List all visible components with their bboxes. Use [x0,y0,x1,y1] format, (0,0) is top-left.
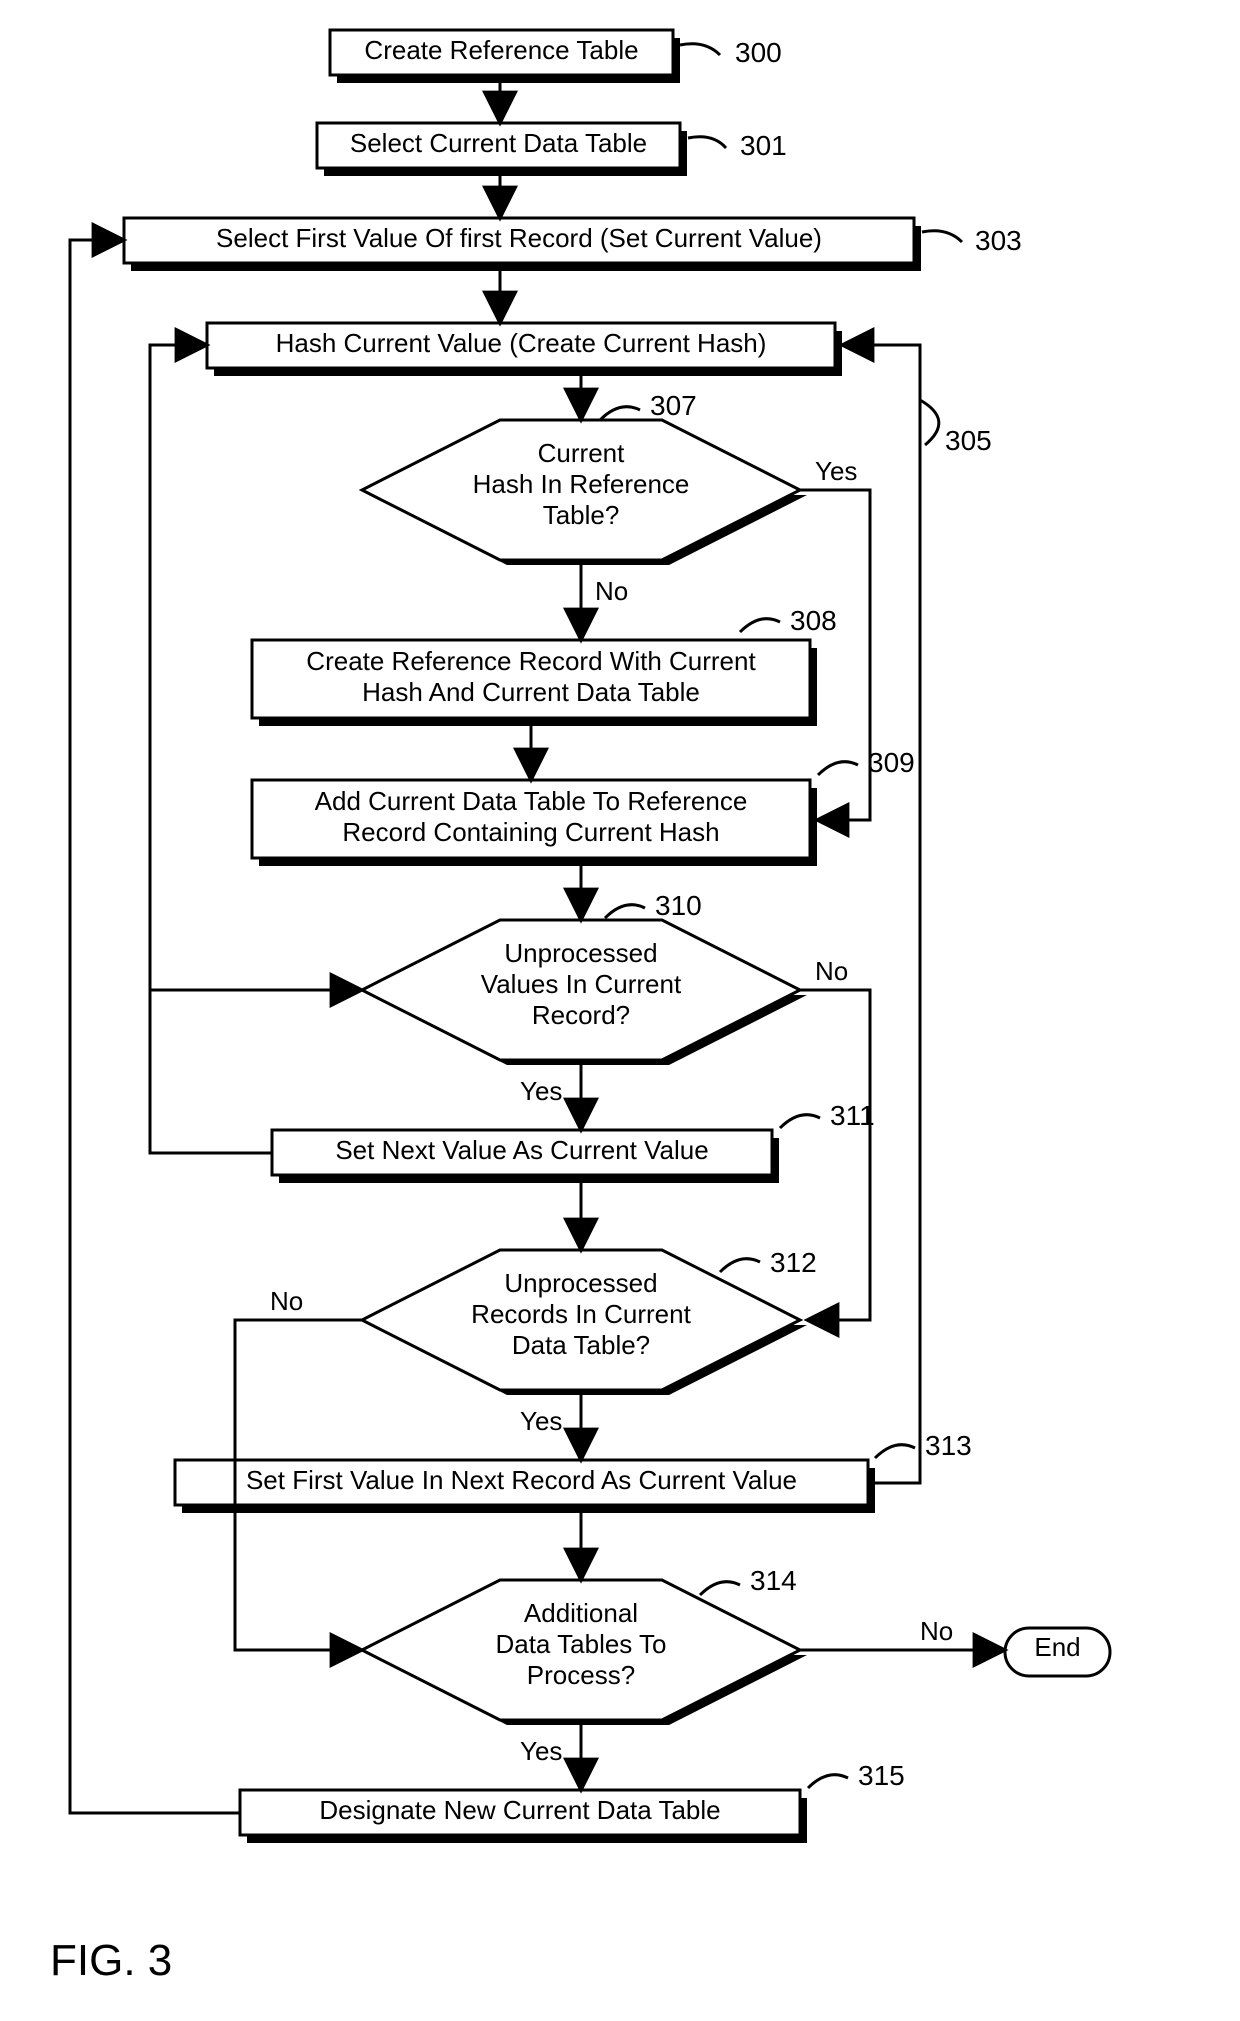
ref-303: 303 [975,225,1022,256]
node-312-l1: Unprocessed [400,1268,762,1299]
edge-307-no: No [595,576,628,606]
edge-314-no: No [920,1616,953,1646]
node-end: End [1005,1628,1110,1676]
node-300: Create Reference Table 300 [330,30,782,83]
edge-310-yes: Yes [520,1076,562,1106]
node-307-l2: Hash In Reference [400,469,762,500]
figure-label: FIG. 3 [50,1936,172,1985]
ref-310: 310 [655,890,702,921]
node-307: Current Hash In Reference Table? 307 [362,370,842,565]
node-303: Select First Value Of first Record (Set … [124,218,1022,271]
ref-305: 305 [945,425,992,456]
node-315: Designate New Current Data Table 315 [240,1760,905,1843]
node-309-l1: Add Current Data Table To Reference [252,786,810,817]
node-305-text: Hash Current Value (Create Current Hash) [207,328,835,359]
node-313: Set First Value In Next Record As Curren… [175,1430,972,1513]
ref-314: 314 [750,1565,797,1596]
ref-308: 308 [790,605,837,636]
ref-300: 300 [735,37,782,68]
node-301: Select Current Data Table 301 [317,123,787,176]
node-314-l1: Additional [400,1598,762,1629]
node-312-l3: Data Table? [400,1330,762,1361]
edge-307-yes: Yes [815,456,857,486]
node-312: Unprocessed Records In Current Data Tabl… [362,1247,817,1395]
node-308-l1: Create Reference Record With Current [252,646,810,677]
node-308-l2: Hash And Current Data Table [252,677,810,708]
node-309: Add Current Data Table To Reference Reco… [252,747,915,866]
node-303-text: Select First Value Of first Record (Set … [124,223,914,254]
node-300-text: Create Reference Table [330,35,673,66]
edge-312-no: No [270,1286,303,1316]
node-310-l1: Unprocessed [400,938,762,969]
ref-313: 313 [925,1430,972,1461]
node-314-l3: Process? [400,1660,762,1691]
node-307-l1: Current [400,438,762,469]
edge-312-yes: Yes [520,1406,562,1436]
node-end-text: End [1005,1632,1110,1663]
node-308: Create Reference Record With Current Has… [252,605,837,726]
node-315-text: Designate New Current Data Table [240,1795,800,1826]
ref-309: 309 [868,747,915,778]
node-313-text: Set First Value In Next Record As Curren… [175,1465,868,1496]
ref-315: 315 [858,1760,905,1791]
node-310-l3: Record? [400,1000,762,1031]
node-314: Additional Data Tables To Process? 314 [362,1565,807,1725]
node-311: Set Next Value As Current Value 311 [272,1100,875,1183]
node-310-l2: Values In Current [400,969,762,1000]
ref-311: 311 [830,1100,875,1131]
node-307-l3: Table? [400,500,762,531]
node-314-l2: Data Tables To [400,1629,762,1660]
flowchart: Create Reference Table 300 Select Curren… [0,0,1240,2021]
node-309-l2: Record Containing Current Hash [252,817,810,848]
ref-307: 307 [650,390,697,421]
node-312-l2: Records In Current [400,1299,762,1330]
ref-312: 312 [770,1247,817,1278]
node-311-text: Set Next Value As Current Value [272,1135,772,1166]
edge-314-yes: Yes [520,1736,562,1766]
edge-310-no: No [815,956,848,986]
node-310: Unprocessed Values In Current Record? 31… [362,890,807,1065]
node-301-text: Select Current Data Table [317,128,680,159]
ref-301: 301 [740,130,787,161]
